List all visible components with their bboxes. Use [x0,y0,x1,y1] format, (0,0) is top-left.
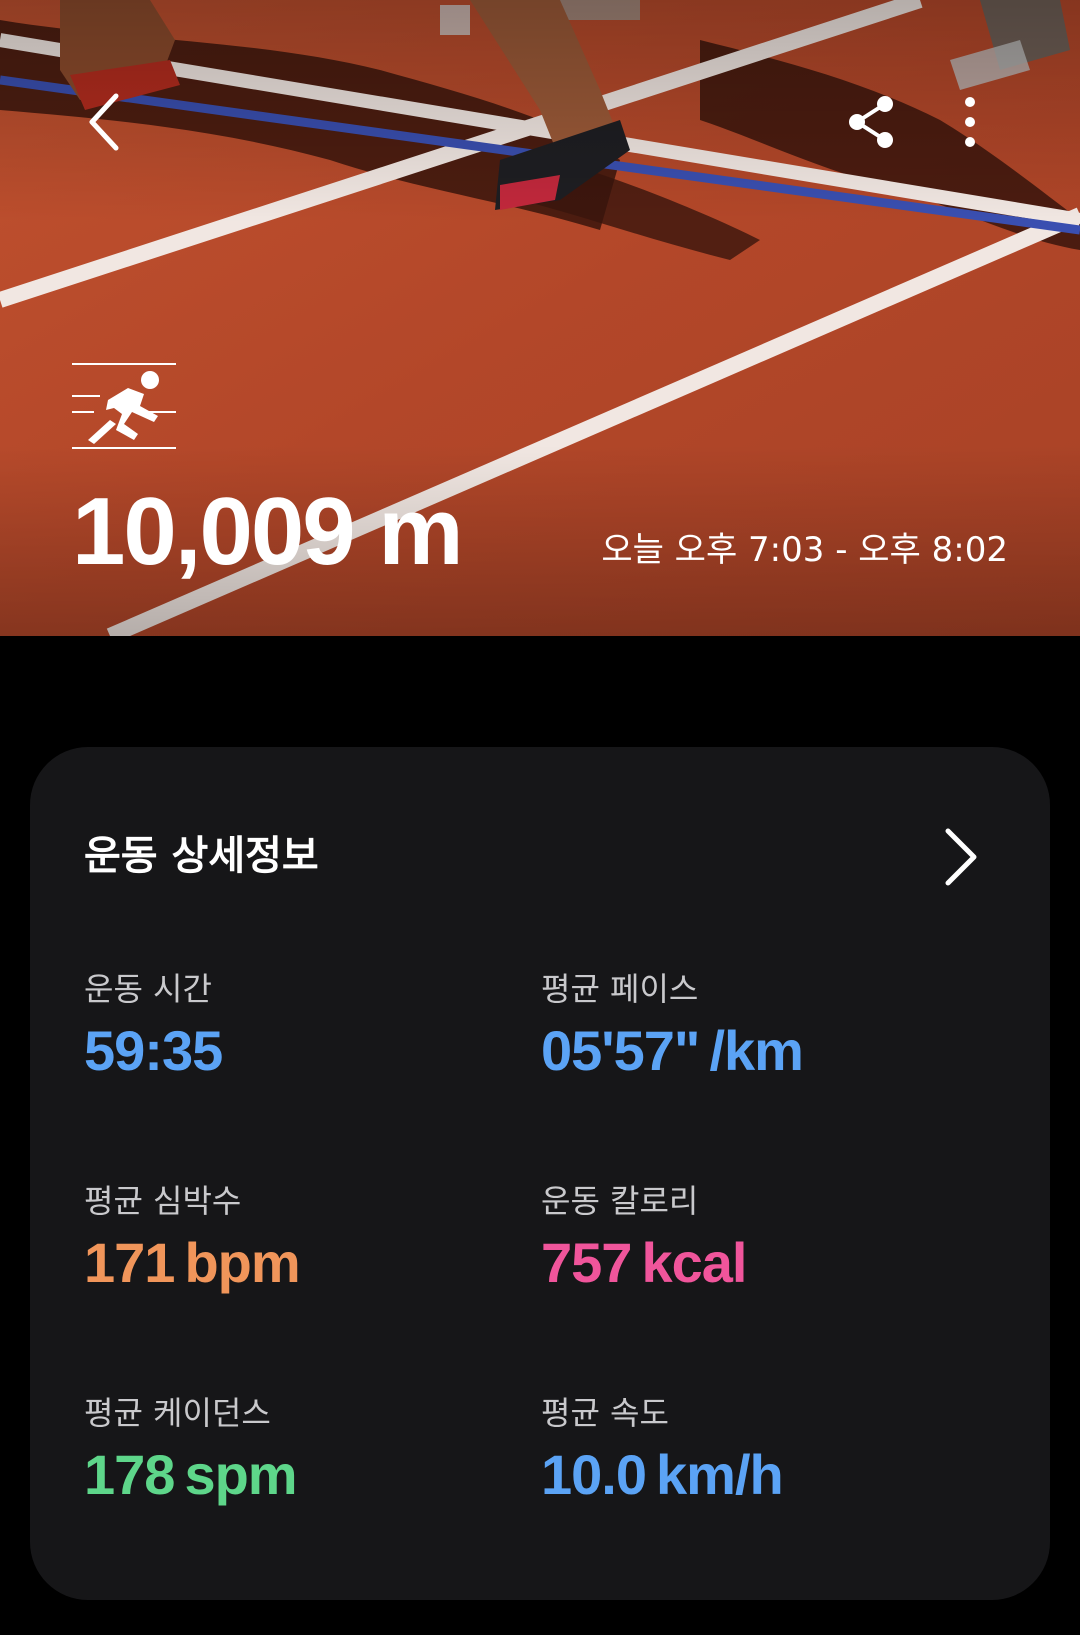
metric-number: 59:35 [84,1019,223,1082]
metric-number: 757 [541,1231,632,1294]
metric-number: 10.0 [541,1443,647,1506]
metric-value: 171 bpm [84,1231,301,1295]
metric-label: 평균 케이던스 [84,1394,271,1432]
metric-number: 05'57" [541,1019,700,1082]
metric-calories: 운동 칼로리 757 kcal [541,1181,981,1331]
workout-details-header[interactable]: 운동 상세정보 [30,747,1050,917]
metric-average-speed: 평균 속도 10.0 km/h [541,1393,981,1543]
card-title: 운동 상세정보 [84,833,319,879]
metric-unit: kcal [641,1231,747,1294]
metric-average-pace: 평균 페이스 05'57"/km [541,969,981,1119]
metric-label: 운동 칼로리 [541,1182,699,1220]
metric-number: 178 [84,1443,175,1506]
chevron-right-icon[interactable] [930,827,990,887]
metric-label: 평균 속도 [541,1394,669,1432]
metric-value: 59:35 [84,1019,223,1083]
top-bar [0,0,1080,240]
metric-value: 05'57"/km [541,1019,804,1083]
metric-unit: bpm [184,1231,300,1294]
metric-label: 평균 심박수 [84,1182,242,1220]
metric-value: 178 spm [84,1443,298,1507]
more-vertical-icon[interactable] [930,82,1010,162]
workout-time-range: 오늘 오후 7:03 - 오후 8:02 [601,530,1008,570]
metric-label: 평균 페이스 [541,970,699,1008]
metric-average-cadence: 평균 케이던스 178 spm [84,1393,524,1543]
metric-value: 10.0 km/h [541,1443,784,1507]
back-arrow-icon[interactable] [66,82,146,162]
metric-number: 171 [84,1231,175,1294]
metric-unit: /km [709,1019,803,1082]
metric-unit: km/h [656,1443,784,1506]
hero-banner: 10,009 m 오늘 오후 7:03 - 오후 8:02 [0,0,1080,636]
metric-value: 757 kcal [541,1231,747,1295]
distance-value: 10,009 m [72,478,464,585]
metric-label: 운동 시간 [84,970,212,1008]
running-icon [72,363,176,449]
metric-workout-time: 운동 시간 59:35 [84,969,524,1119]
metric-unit: spm [184,1443,297,1506]
workout-details-card: 운동 상세정보 운동 시간 59:35 평균 페이스 05'57"/km 평균 … [30,747,1050,1600]
metric-average-heart-rate: 평균 심박수 171 bpm [84,1181,524,1331]
share-icon[interactable] [833,82,913,162]
